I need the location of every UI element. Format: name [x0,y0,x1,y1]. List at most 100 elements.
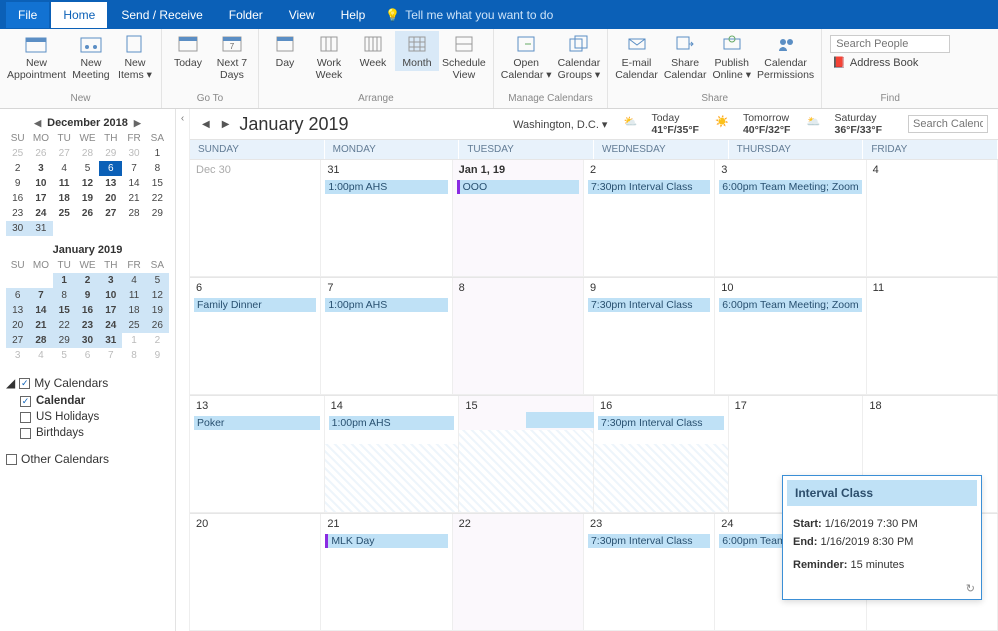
location-dropdown[interactable]: Washington, D.C. ▾ [513,118,607,131]
tell-me[interactable]: 💡 Tell me what you want to do [379,8,553,22]
mini-day[interactable]: 3 [6,348,29,363]
search-people-input[interactable] [830,35,950,53]
mini-day[interactable]: 7 [99,348,122,363]
mini-day[interactable]: 8 [53,288,76,303]
mini-day[interactable] [6,273,29,288]
checkbox[interactable] [20,428,31,439]
mini-day[interactable]: 15 [53,303,76,318]
other-calendars-section[interactable]: Other Calendars [6,449,169,469]
mini-day[interactable]: 12 [146,288,169,303]
mini-day[interactable]: 28 [122,206,145,221]
new-meeting-button[interactable]: New Meeting [69,31,113,83]
mini-day[interactable]: 3 [29,161,52,176]
next-month-icon[interactable]: ▶ [134,118,141,129]
menu-file[interactable]: File [6,2,49,28]
mini-day[interactable]: 14 [29,303,52,318]
calendar-item[interactable]: US Holidays [6,409,169,425]
mini-day[interactable]: 15 [146,176,169,191]
day-cell[interactable]: Jan 1, 19OOO [453,160,584,277]
day-cell[interactable]: 15Retreat [459,396,594,513]
mini-day[interactable]: 2 [6,161,29,176]
next-button[interactable]: ▶ [220,117,232,132]
mini-day[interactable]: 21 [29,318,52,333]
calendar-item[interactable]: Birthdays [6,425,169,441]
month-button[interactable]: Month [395,31,439,71]
mini-day[interactable]: 2 [76,273,99,288]
calendar-event[interactable]: 7:30pm Interval Class [588,298,710,312]
mini-day[interactable] [122,221,145,236]
mini-day[interactable]: 30 [76,333,99,348]
checkbox[interactable] [20,412,31,423]
day-cell[interactable]: 71:00pm AHS [321,278,452,395]
mini-day[interactable] [29,273,52,288]
menu-sendreceive[interactable]: Send / Receive [109,2,214,28]
mini-day[interactable]: 9 [76,288,99,303]
mini-day[interactable]: 30 [6,221,29,236]
mini-day[interactable] [76,221,99,236]
mini-day[interactable]: 12 [76,176,99,191]
mini-day[interactable]: 7 [122,161,145,176]
week-button[interactable]: Week [351,31,395,71]
mini-day[interactable]: 18 [122,303,145,318]
calendar-event[interactable]: Poker [194,416,320,430]
mini-day[interactable]: 6 [99,161,122,176]
mini-day[interactable]: 24 [99,318,122,333]
mini-day[interactable]: 21 [122,191,145,206]
calendar-groups-button[interactable]: Calendar Groups ▾ [555,31,604,83]
my-calendars-section[interactable]: ◢My Calendars [6,373,169,393]
mini-day[interactable]: 29 [99,146,122,161]
calendar-event[interactable]: 6:00pm Team Meeting; Zoom [719,298,861,312]
calendar-event[interactable]: 1:00pm AHS [329,416,455,430]
mini-day[interactable]: 29 [53,333,76,348]
calendar-event[interactable]: 1:00pm AHS [325,180,447,194]
mini-day[interactable]: 1 [146,146,169,161]
today-button[interactable]: Today [166,31,210,71]
day-cell[interactable]: 106:00pm Team Meeting; Zoom [715,278,866,395]
day-cell[interactable]: Dec 30 [190,160,321,277]
mini-day[interactable]: 20 [6,318,29,333]
mini-day[interactable] [146,221,169,236]
mini-day[interactable]: 17 [29,191,52,206]
menu-help[interactable]: Help [329,2,378,28]
mini-day[interactable]: 11 [53,176,76,191]
mini-day[interactable]: 11 [122,288,145,303]
mini-day[interactable]: 17 [99,303,122,318]
checkbox[interactable] [6,454,17,465]
menu-view[interactable]: View [277,2,327,28]
day-cell[interactable]: 22 [453,514,584,631]
day-cell[interactable]: 8 [453,278,584,395]
refresh-icon[interactable]: ↻ [966,582,975,595]
mini-day[interactable]: 14 [122,176,145,191]
mini-day[interactable]: 5 [53,348,76,363]
collapse-sidebar-button[interactable]: ‹ [176,109,190,631]
mini-day[interactable]: 24 [29,206,52,221]
publish-online-button[interactable]: Publish Online ▾ [709,31,754,83]
calendar-event[interactable]: OOO [457,180,579,194]
mini-day[interactable]: 27 [6,333,29,348]
day-cell[interactable]: 27:30pm Interval Class [584,160,715,277]
calendar-event[interactable]: Family Dinner [194,298,316,312]
mini-day[interactable]: 9 [146,348,169,363]
mini-day[interactable]: 4 [122,273,145,288]
mini-day[interactable]: 2 [146,333,169,348]
day-cell[interactable]: 21MLK Day [321,514,452,631]
mini-day[interactable]: 25 [122,318,145,333]
mini-day[interactable]: 5 [76,161,99,176]
day-cell[interactable]: 167:30pm Interval Class [594,396,729,513]
day-cell[interactable]: 311:00pm AHS [321,160,452,277]
mini-day[interactable]: 26 [76,206,99,221]
mini-day[interactable]: 29 [146,206,169,221]
schedule-view-button[interactable]: Schedule View [439,31,489,83]
address-book-button[interactable]: 📕 Address Book [828,55,922,70]
mini-day[interactable]: 7 [29,288,52,303]
mini-day[interactable] [99,221,122,236]
mini-day[interactable]: 3 [99,273,122,288]
mini-day[interactable]: 23 [6,206,29,221]
mini-day[interactable]: 22 [146,191,169,206]
mini-day[interactable]: 1 [122,333,145,348]
menu-home[interactable]: Home [51,2,107,28]
day-cell[interactable]: 20 [190,514,321,631]
open-calendar-button[interactable]: Open Calendar ▾ [498,31,555,83]
mini-day[interactable]: 4 [29,348,52,363]
mini-day[interactable]: 19 [146,303,169,318]
